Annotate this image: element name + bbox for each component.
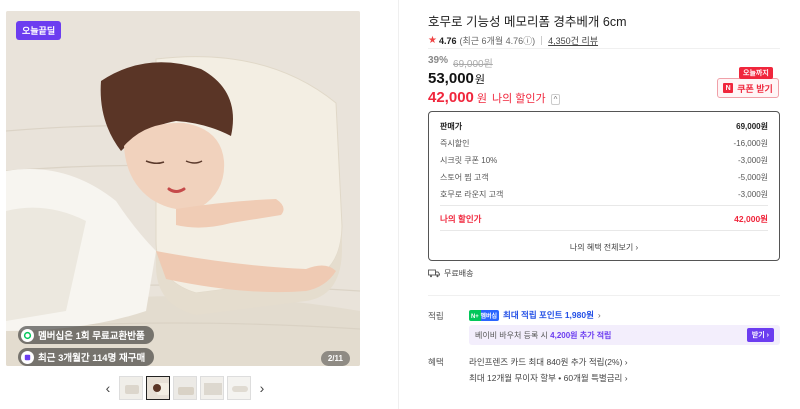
voucher-get-button[interactable]: 받기 ›: [746, 328, 774, 342]
delivery-label: 무료배송: [444, 269, 474, 278]
thumbnail-2[interactable]: [146, 376, 170, 400]
breakdown-value: -16,000원: [733, 139, 769, 148]
divider: [428, 48, 780, 49]
breakdown-row: 스토어 찜 고객 -5,000원: [440, 172, 768, 183]
breakdown-value: -3,000원: [737, 190, 768, 199]
truck-icon: [428, 269, 440, 278]
sale-price-row: 53,000 원: [428, 70, 485, 87]
my-price-row: 42,000 원 나의 할인가 ^: [428, 89, 561, 106]
breakdown-row: 판매가 69,000원: [440, 121, 768, 132]
collapse-caret-icon[interactable]: ^: [550, 94, 561, 105]
breakdown-row: 호무로 라운지 고객 -3,000원: [440, 189, 768, 200]
thumbnail-strip: ‹ ›: [100, 376, 270, 400]
breakdown-label: 스토어 찜 고객: [440, 173, 489, 182]
breakdown-total-label: 나의 할인가: [440, 214, 482, 224]
repurchase-text: 최근 3개월간 114명 재구매: [38, 353, 146, 364]
thumb-next-arrow-icon[interactable]: ›: [254, 376, 270, 400]
rating-score: 4.76: [438, 35, 457, 46]
benefits-row-label: 혜택: [428, 357, 444, 367]
product-photo: [6, 11, 360, 366]
sale-price: 53,000: [428, 70, 474, 87]
points-row-label: 적립: [428, 311, 444, 321]
breakdown-label: 시크릿 쿠폰 10%: [440, 156, 498, 165]
breakdown-row: 시크릿 쿠폰 10% -3,000원: [440, 155, 768, 166]
rating-recent[interactable]: (최근 6개월 4.76ⓘ): [460, 34, 536, 47]
voucher-text-highlight: 4,200원 추가 적립: [550, 330, 612, 340]
breakdown-divider: [440, 205, 768, 206]
breakdown-value: -5,000원: [737, 173, 768, 182]
coupon-button-label: 쿠폰 받기: [737, 83, 773, 94]
column-divider: [398, 0, 399, 409]
view-all-benefits-link[interactable]: 나의 혜택 전체보기 ›: [429, 242, 779, 253]
review-count-link[interactable]: 4,350건 리뷰: [548, 34, 598, 47]
repurchase-chip: 최근 3개월간 114명 재구매: [18, 348, 155, 366]
breakdown-label: 즉시할인: [440, 139, 470, 148]
max-points-text: 최대 적립 포인트 1,980원: [503, 310, 594, 320]
today-deal-badge: 오늘끝딜: [16, 21, 62, 40]
voucher-points-bubble: 베이비 바우처 등록 시 4,200원 추가 적립 받기 ›: [469, 325, 780, 345]
coupon-button[interactable]: N 쿠폰 받기: [717, 78, 779, 98]
card-benefit-link[interactable]: 라인프렌즈 카드 최대 840원 추가 적립(2%) ›: [469, 356, 628, 368]
coupon-deadline-tag: 오늘까지: [739, 67, 773, 79]
voucher-text: 베이비 바우처 등록 시 4,200원 추가 적립: [475, 330, 611, 341]
sale-price-unit: 원: [474, 74, 486, 86]
breakdown-value: 69,000원: [736, 122, 768, 131]
thumbnail-1[interactable]: [119, 376, 143, 400]
naver-plus-membership-badge: N+ 멤버십: [469, 309, 499, 321]
my-price-label: 나의 할인가: [492, 93, 546, 105]
product-main-image[interactable]: 오늘끝딜 멤버십은 1회 무료교환반품 최근 3개월간 114명 재구매 2/1…: [6, 11, 360, 366]
divider: [428, 295, 780, 296]
breakdown-value: -3,000원: [737, 156, 768, 165]
naver-n-icon: N: [723, 83, 734, 93]
chevron-right-icon: ›: [597, 310, 601, 320]
membership-return-text: 멤버십은 1회 무료교환반품: [38, 331, 145, 342]
thumbnail-5[interactable]: [227, 376, 251, 400]
voucher-text-prefix: 베이비 바우처 등록 시: [475, 330, 548, 340]
my-price-unit: 원: [476, 93, 488, 105]
breakdown-total-value: 42,000원: [734, 214, 768, 224]
original-price: 69,000원: [453, 59, 493, 70]
discount-row: 39% 69,000원: [428, 55, 493, 70]
breakdown-label: 호무로 라운지 고객: [440, 190, 504, 199]
image-pager: 2/11: [320, 351, 350, 366]
rating-row: ★ 4.76 (최근 6개월 4.76ⓘ) 4,350건 리뷰: [428, 34, 598, 47]
delivery-row: 무료배송: [428, 268, 473, 279]
installment-benefit-link[interactable]: 최대 12개월 무이자 할부 • 60개월 특별금리 ›: [469, 372, 628, 384]
price-breakdown-box: 판매가 69,000원 즉시할인 -16,000원 시크릿 쿠폰 10% -3,…: [428, 111, 780, 261]
product-title: 호무로 기능성 메모리폼 경추베개 6cm: [428, 15, 627, 29]
discount-rate: 39%: [428, 55, 449, 66]
points-row[interactable]: N+ 멤버십 최대 적립 포인트 1,980원 ›: [469, 309, 601, 321]
star-icon: ★: [428, 35, 437, 46]
breakdown-total-row: 나의 할인가 42,000원: [440, 213, 768, 225]
membership-return-chip: 멤버십은 1회 무료교환반품: [18, 326, 154, 344]
breakdown-divider: [440, 230, 768, 231]
return-icon: [21, 328, 34, 342]
breakdown-label: 판매가: [440, 122, 463, 131]
thumbnail-3[interactable]: [173, 376, 197, 400]
breakdown-row: 즉시할인 -16,000원: [440, 138, 768, 149]
my-price: 42,000: [428, 89, 474, 106]
rating-separator: [541, 36, 543, 45]
repurchase-icon: [21, 350, 34, 364]
thumb-prev-arrow-icon[interactable]: ‹: [100, 376, 116, 400]
thumbnail-4[interactable]: [200, 376, 224, 400]
